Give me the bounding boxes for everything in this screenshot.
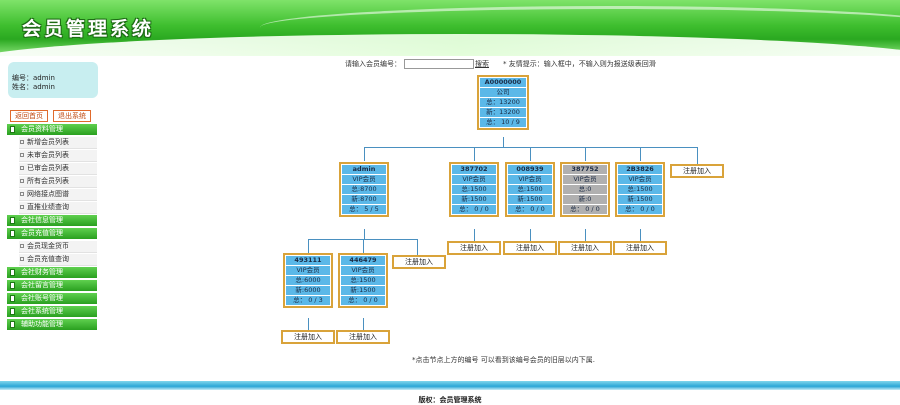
node-level: VIP会员 — [508, 175, 552, 184]
node-total: 总:1500 — [341, 276, 385, 285]
tree-connector — [308, 318, 309, 330]
node-ratio: 总： 0 / 0 — [508, 205, 552, 214]
register-button[interactable]: 注册加入 — [281, 330, 335, 344]
register-button[interactable]: 注册加入 — [392, 255, 446, 269]
tree-connector — [474, 229, 475, 241]
node-new: 新:8700 — [342, 195, 386, 204]
node-level: VIP会员 — [286, 266, 330, 275]
tree-node[interactable]: 008939 VIP会员 总:1500 新:1500 总： 0 / 0 — [505, 162, 555, 217]
node-new: 新:1500 — [452, 195, 496, 204]
node-total: 总：13200 — [480, 98, 526, 107]
tree-connector — [363, 318, 364, 330]
tree-connector — [697, 147, 698, 164]
node-new: 新:1500 — [508, 195, 552, 204]
tree-connector — [474, 147, 475, 161]
node-ratio: 总： 0 / 0 — [563, 205, 607, 214]
tree-connector — [417, 239, 418, 255]
node-total: 总:1500 — [452, 185, 496, 194]
footer-copyright: 版权：会员管理系统 — [418, 396, 482, 404]
node-ratio: 总： 0 / 0 — [341, 296, 385, 305]
register-button[interactable]: 注册加入 — [613, 241, 667, 255]
node-new: 新:1500 — [341, 286, 385, 295]
node-ratio: 总： 0 / 0 — [618, 205, 662, 214]
tree-connector — [364, 229, 365, 239]
tree-connector — [364, 147, 698, 148]
node-new: 新:6000 — [286, 286, 330, 295]
node-total: 总:1500 — [618, 185, 662, 194]
tree-connector — [503, 137, 504, 147]
node-new: 新:0 — [563, 195, 607, 204]
tree-node[interactable]: 446479 VIP会员 总:1500 新:1500 总： 0 / 0 — [338, 253, 388, 308]
node-total: 总:0 — [563, 185, 607, 194]
node-id[interactable]: 387752 — [563, 165, 607, 174]
node-ratio: 总： 0 / 3 — [286, 296, 330, 305]
register-button[interactable]: 注册加入 — [558, 241, 612, 255]
node-total: 总:1500 — [508, 185, 552, 194]
node-new: 新:1500 — [618, 195, 662, 204]
tree-node[interactable]: 387702 VIP会员 总:1500 新:1500 总： 0 / 0 — [449, 162, 499, 217]
register-button[interactable]: 注册加入 — [336, 330, 390, 344]
register-button[interactable]: 注册加入 — [503, 241, 557, 255]
tree-connector — [530, 229, 531, 241]
node-level: VIP会员 — [452, 175, 496, 184]
node-ratio: 总： 5 / 5 — [342, 205, 386, 214]
tree-connector — [585, 147, 586, 161]
tree-connector — [640, 229, 641, 241]
tree-connector — [308, 239, 309, 253]
tree-node-inactive[interactable]: 387752 VIP会员 总:0 新:0 总： 0 / 0 — [560, 162, 610, 217]
node-ratio: 总： 0 / 0 — [452, 205, 496, 214]
tree-connector — [363, 239, 364, 253]
node-level: VIP会员 — [341, 266, 385, 275]
tree-node-root[interactable]: A0000000 公司 总：13200 新：13200 总： 10 / 9 — [477, 75, 529, 130]
node-id[interactable]: 2B3826 — [618, 165, 662, 174]
node-id[interactable]: A0000000 — [480, 78, 526, 87]
node-id[interactable]: 446479 — [341, 256, 385, 265]
register-button[interactable]: 注册加入 — [447, 241, 501, 255]
tree-connector — [364, 147, 365, 161]
tree-connector — [640, 147, 641, 161]
node-id[interactable]: 008939 — [508, 165, 552, 174]
tree-note: *点击节点上方的编号 可以看到该编号会员的旧层以内下属. — [412, 356, 595, 364]
node-total: 总:8700 — [342, 185, 386, 194]
node-level: VIP会员 — [563, 175, 607, 184]
tree-connector — [530, 147, 531, 161]
tree-node[interactable]: 2B3826 VIP会员 总:1500 新:1500 总： 0 / 0 — [615, 162, 665, 217]
node-total: 总:6000 — [286, 276, 330, 285]
register-button[interactable]: 注册加入 — [670, 164, 724, 178]
node-id[interactable]: 493111 — [286, 256, 330, 265]
node-id[interactable]: admin — [342, 165, 386, 174]
node-level: VIP会员 — [342, 175, 386, 184]
tree-node[interactable]: 493111 VIP会员 总:6000 新:6000 总： 0 / 3 — [283, 253, 333, 308]
node-ratio: 总： 10 / 9 — [480, 118, 526, 127]
node-level: 公司 — [480, 88, 526, 97]
footer-bar — [0, 381, 900, 390]
tree-node[interactable]: admin VIP会员 总:8700 新:8700 总： 5 / 5 — [339, 162, 389, 217]
tree-connector — [585, 229, 586, 241]
node-id[interactable]: 387702 — [452, 165, 496, 174]
node-new: 新：13200 — [480, 108, 526, 117]
node-level: VIP会员 — [618, 175, 662, 184]
member-tree: A0000000 公司 总：13200 新：13200 总： 10 / 9 ad… — [0, 0, 900, 405]
